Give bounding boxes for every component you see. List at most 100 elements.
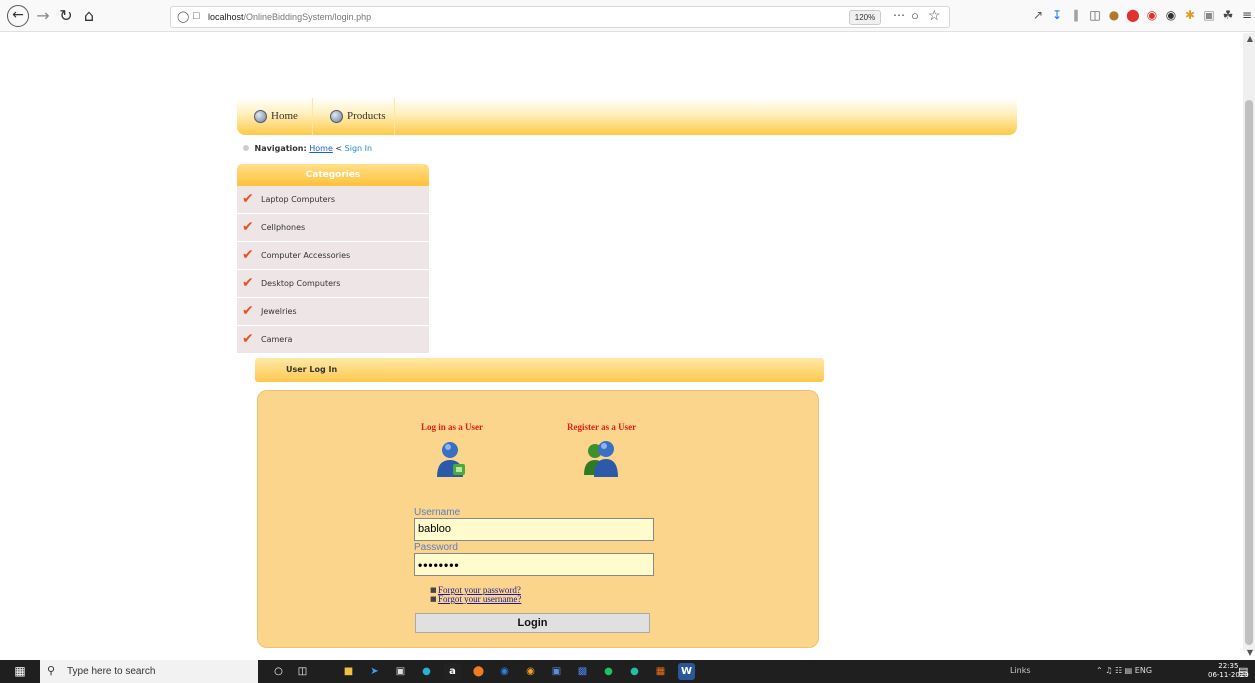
teams-icon[interactable]: ▩ bbox=[574, 663, 591, 680]
username-label: Username bbox=[414, 507, 461, 518]
breadcrumb-separator: < bbox=[332, 144, 345, 153]
download-icon[interactable]: ↧ bbox=[1050, 8, 1064, 22]
forgot-username-link[interactable]: Forgot your username? bbox=[438, 594, 521, 604]
pocket-icon[interactable]: ○ bbox=[911, 8, 919, 23]
menu-item-home[interactable]: Home bbox=[237, 98, 313, 135]
page-info-icon[interactable]: □ bbox=[193, 10, 200, 22]
file-explorer-icon[interactable]: ■ bbox=[340, 663, 357, 680]
notification-icon[interactable]: ▤ bbox=[1238, 665, 1248, 678]
login-panel: Log in as a User Register as a User User… bbox=[257, 390, 819, 648]
menu-hamburger-icon[interactable]: ≡ bbox=[1240, 8, 1254, 22]
url-path: /OnlineBiddingSystem/login.php bbox=[243, 12, 372, 22]
category-label: Camera bbox=[261, 335, 293, 344]
browser-toolbar: ← → ↻ ⌂ ◯ □ localhost/OnlineBiddingSyste… bbox=[0, 0, 1255, 32]
page-actions-icon[interactable]: ⋯ bbox=[893, 8, 905, 22]
breadcrumb-current: Sign In bbox=[344, 144, 373, 153]
word-icon[interactable]: W bbox=[678, 663, 695, 680]
task-view-icon[interactable]: ◫ bbox=[294, 663, 311, 680]
menu-item-label: Home bbox=[271, 110, 298, 122]
windows-taskbar: ▦ ⚲ Type here to search ○ ◫ ■ ➤ ▣ ● a ⬤ … bbox=[0, 660, 1255, 683]
category-item[interactable]: ✔ Computer Accessories bbox=[237, 242, 429, 270]
globe-icon bbox=[330, 110, 343, 123]
login-section-title: User Log In bbox=[286, 365, 338, 374]
password-field[interactable]: •••••••• bbox=[414, 553, 654, 576]
main-menu-bar: Home Products bbox=[237, 98, 1017, 135]
url-host: localhost bbox=[208, 12, 244, 22]
category-label: Cellphones bbox=[261, 223, 306, 232]
taskbar-search-box[interactable]: ⚲ Type here to search bbox=[40, 660, 258, 683]
category-label: Jewelries bbox=[261, 307, 297, 316]
bullet-icon bbox=[243, 145, 249, 151]
login-section-header: User Log In bbox=[255, 358, 824, 382]
scroll-down-icon[interactable]: ▼ bbox=[1247, 648, 1253, 657]
puzzle-extension-icon[interactable]: ✱ bbox=[1183, 8, 1197, 22]
extension-square-icon[interactable]: ▣ bbox=[1202, 8, 1216, 22]
zoom-level-badge[interactable]: 120% bbox=[849, 10, 881, 25]
category-label: Desktop Computers bbox=[261, 279, 341, 288]
cortana-icon[interactable]: ○ bbox=[270, 663, 287, 680]
bullet-icon: ■ bbox=[430, 595, 437, 603]
bookmark-star-icon[interactable]: ☆ bbox=[928, 7, 941, 24]
menu-item-products[interactable]: Products bbox=[313, 98, 395, 135]
category-item[interactable]: ✔ Cellphones bbox=[237, 214, 429, 242]
checkmark-icon: ✔ bbox=[242, 219, 254, 235]
sidebar-icon[interactable]: ◫ bbox=[1088, 8, 1102, 22]
checkmark-icon: ✔ bbox=[242, 247, 254, 263]
app-circle-icon[interactable]: ● bbox=[626, 663, 643, 680]
search-icon: ⚲ bbox=[47, 665, 56, 677]
register-as-user-label[interactable]: Register as a User bbox=[567, 422, 636, 432]
chrome-icon[interactable]: ◉ bbox=[522, 663, 539, 680]
category-item[interactable]: ✔ Laptop Computers bbox=[237, 186, 429, 214]
home-icon[interactable]: ⌂ bbox=[78, 5, 100, 27]
language-indicator[interactable]: ENG bbox=[1135, 666, 1152, 675]
system-tray[interactable]: ⌃ ♫ ☷ ▤ ENG bbox=[1096, 666, 1152, 675]
scrollbar-thumb[interactable] bbox=[1245, 100, 1253, 645]
edge-icon[interactable]: ● bbox=[418, 663, 435, 680]
checkmark-icon: ✔ bbox=[242, 331, 254, 347]
password-label: Password bbox=[414, 542, 458, 553]
bug-extension-icon[interactable]: ☘ bbox=[1221, 8, 1235, 22]
store-icon[interactable]: ▣ bbox=[392, 663, 409, 680]
address-bar[interactable]: ◯ □ localhost/OnlineBiddingSystem/login.… bbox=[170, 6, 950, 28]
browser-icon[interactable]: ◉ bbox=[496, 663, 513, 680]
back-arrow-icon[interactable]: ← bbox=[7, 5, 29, 27]
globe-icon bbox=[254, 110, 267, 123]
taskbar-search-placeholder: Type here to search bbox=[67, 666, 156, 677]
category-label: Computer Accessories bbox=[261, 251, 351, 260]
checkmark-icon: ✔ bbox=[242, 303, 254, 319]
fullscreen-icon[interactable]: ↗ bbox=[1031, 8, 1045, 22]
category-item[interactable]: ✔ Camera bbox=[237, 326, 429, 354]
category-item[interactable]: ✔ Jewelries bbox=[237, 298, 429, 326]
category-label: Laptop Computers bbox=[261, 195, 336, 204]
shield-icon[interactable]: ◯ bbox=[177, 10, 189, 23]
breadcrumb-title: Navigation: bbox=[254, 144, 307, 153]
username-field[interactable]: babloo bbox=[414, 518, 654, 541]
user-register-icon[interactable] bbox=[584, 439, 618, 479]
spotify-icon[interactable]: ● bbox=[600, 663, 617, 680]
login-button[interactable]: Login bbox=[415, 613, 650, 633]
forward-arrow-icon[interactable]: → bbox=[32, 5, 54, 27]
amazon-icon[interactable]: a bbox=[444, 663, 461, 680]
ghostery-icon[interactable]: ◉ bbox=[1164, 8, 1178, 22]
checkmark-icon: ✔ bbox=[242, 275, 254, 291]
app-window-icon[interactable]: ▣ bbox=[548, 663, 565, 680]
windows-start-icon[interactable]: ▦ bbox=[0, 660, 40, 683]
category-item[interactable]: ✔ Desktop Computers bbox=[237, 270, 429, 298]
opera-icon[interactable]: ⬤ bbox=[1126, 8, 1140, 22]
user-login-icon[interactable] bbox=[435, 439, 469, 479]
url-text[interactable]: localhost/OnlineBiddingSystem/login.php bbox=[208, 12, 371, 22]
adblock-icon[interactable]: ◉ bbox=[1145, 8, 1159, 22]
library-icon[interactable]: ∥ bbox=[1069, 8, 1083, 22]
categories-list: ✔ Laptop Computers ✔ Cellphones ✔ Comput… bbox=[237, 186, 429, 354]
breadcrumb-home-link[interactable]: Home bbox=[309, 144, 333, 153]
app-arrow-icon[interactable]: ➤ bbox=[366, 663, 383, 680]
menu-item-label: Products bbox=[347, 110, 386, 122]
taskbar-links[interactable]: Links bbox=[1010, 666, 1031, 675]
categories-header: Categories bbox=[237, 164, 429, 186]
scroll-up-icon[interactable]: ▲ bbox=[1247, 34, 1253, 43]
extension-icon[interactable]: ● bbox=[1107, 8, 1121, 22]
login-as-user-label[interactable]: Log in as a User bbox=[421, 422, 483, 432]
xampp-icon[interactable]: ▦ bbox=[652, 663, 669, 680]
reload-icon[interactable]: ↻ bbox=[55, 5, 77, 27]
firefox-icon[interactable]: ⬤ bbox=[470, 663, 487, 680]
